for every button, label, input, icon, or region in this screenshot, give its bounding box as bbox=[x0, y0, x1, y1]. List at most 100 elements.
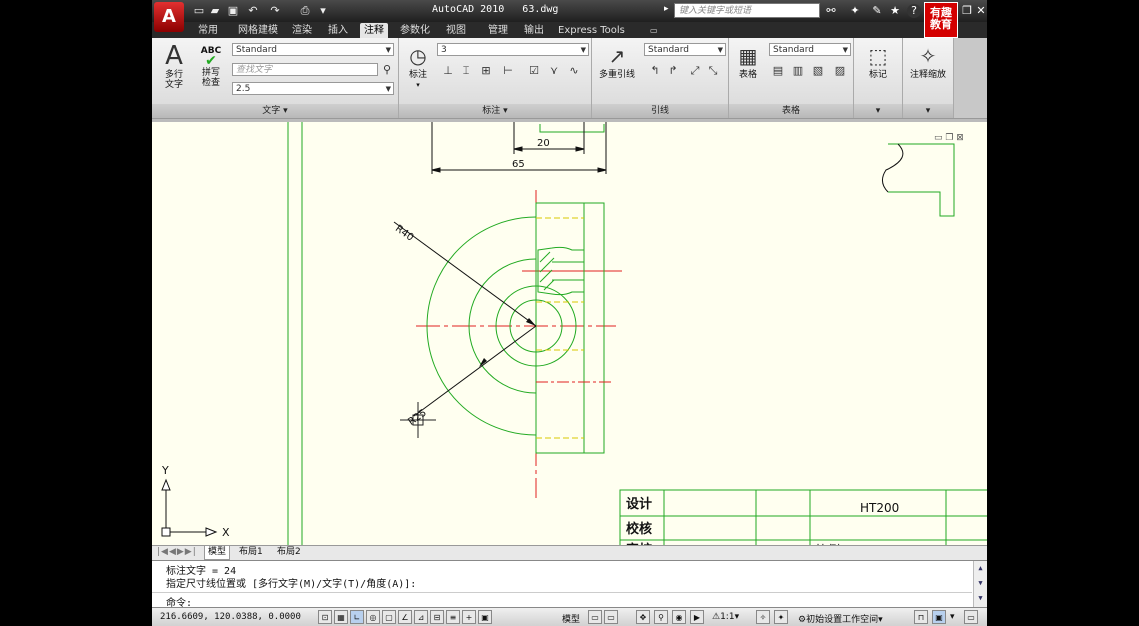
ortho-mode-icon[interactable]: ∟ bbox=[350, 610, 364, 624]
annotation-scaling-panel-expander[interactable]: ▾ bbox=[903, 104, 953, 118]
table-panel-title[interactable]: 表格 bbox=[729, 104, 853, 118]
polar-tracking-icon[interactable]: ◎ bbox=[366, 610, 380, 624]
auto-scale-icon[interactable]: ✦ bbox=[774, 610, 788, 624]
steering-wheel-icon[interactable]: ◉ bbox=[672, 610, 686, 624]
quick-access-dropdown-icon[interactable]: ▾ bbox=[316, 4, 330, 17]
lineweight-icon[interactable]: ≡ bbox=[446, 610, 460, 624]
tab-mesh-modeling[interactable]: 网格建模 bbox=[234, 23, 282, 38]
ribbon-minimize-icon[interactable]: ▭ bbox=[646, 23, 662, 38]
workspace-switch[interactable]: ⚙初始设置工作空间▾ bbox=[794, 612, 883, 625]
undo-icon[interactable]: ↶ bbox=[246, 4, 260, 17]
search-arrow-icon[interactable]: ▸ bbox=[664, 4, 669, 14]
tab-view[interactable]: 视图 bbox=[442, 23, 470, 38]
text-height-select[interactable]: 2.5 ▼ bbox=[232, 82, 394, 95]
text-style-select[interactable]: Standard ▼ bbox=[232, 43, 394, 56]
quick-properties-icon[interactable]: + bbox=[462, 610, 476, 624]
hardware-acceleration-icon[interactable]: ▣ bbox=[932, 610, 946, 624]
spell-check-button[interactable]: ABC ✔ 拼写 检查 bbox=[196, 42, 226, 88]
dim-linear-icon[interactable]: ⊥ bbox=[439, 62, 457, 80]
zoom-icon[interactable]: ⚲ bbox=[654, 610, 668, 624]
pan-icon[interactable]: ✥ bbox=[636, 610, 650, 624]
multileader-button[interactable]: ↗ 多重引线 bbox=[596, 42, 638, 80]
redo-icon[interactable]: ↷ bbox=[268, 4, 282, 17]
print-icon[interactable]: ⎙ bbox=[298, 4, 312, 17]
object-snap-tracking-icon[interactable]: ∠ bbox=[398, 610, 412, 624]
showmotion-icon[interactable]: ▶ bbox=[690, 610, 704, 624]
favorites-icon[interactable]: ★ bbox=[888, 4, 902, 18]
quick-view-layouts-icon[interactable]: ▭ bbox=[588, 610, 602, 624]
table-download-icon[interactable]: ▧ bbox=[809, 62, 827, 80]
tab-parametric[interactable]: 参数化 bbox=[396, 23, 434, 38]
tab-home[interactable]: 常用 bbox=[194, 23, 222, 38]
new-icon[interactable]: ▭ bbox=[192, 4, 206, 17]
find-text-input[interactable]: 查找文字 bbox=[232, 63, 378, 76]
dim-inspect-icon[interactable]: ☑ bbox=[525, 62, 543, 80]
align-leader-icon[interactable]: ⤢ bbox=[686, 62, 704, 80]
tab-output[interactable]: 输出 bbox=[520, 23, 548, 38]
save-icon[interactable]: ▣ bbox=[226, 4, 240, 17]
remove-leader-icon[interactable]: ↱ bbox=[664, 62, 682, 80]
dimension-button[interactable]: ◷ 标注 ▾ bbox=[403, 42, 433, 90]
snap-mode-icon[interactable]: ⊡ bbox=[318, 610, 332, 624]
drawing-canvas[interactable]: 20 65 R40 R25 ▭ ❐ ⊠ Y X 设计 校核 HT200 bbox=[152, 119, 987, 548]
markup-button[interactable]: ⬚ 标记 bbox=[860, 42, 896, 80]
close-window-icon[interactable]: ✕ bbox=[974, 4, 987, 18]
r40-label: R40 bbox=[393, 223, 415, 243]
viewport-controls-icon[interactable]: ▭ ❐ ⊠ bbox=[934, 133, 964, 143]
find-replace-icon[interactable]: ⚲ bbox=[378, 61, 396, 79]
tab-insert[interactable]: 插入 bbox=[324, 23, 352, 38]
restore-window-icon[interactable]: ❐ bbox=[960, 4, 974, 18]
command-window[interactable]: 标注文字 = 24 指定尺寸线位置或 [多行文字(M)/文字(T)/角度(A)]… bbox=[152, 560, 987, 609]
text-panel-title[interactable]: 文字 ▾ bbox=[152, 104, 398, 118]
table-link-icon[interactable]: ▤ bbox=[769, 62, 787, 80]
annotation-visibility-icon[interactable]: ✧ bbox=[756, 610, 770, 624]
table-upload-icon[interactable]: ▨ bbox=[831, 62, 849, 80]
markup-panel-expander[interactable]: ▾ bbox=[854, 104, 902, 118]
object-snap-icon[interactable]: ▢ bbox=[382, 610, 396, 624]
help-icon[interactable]: ? bbox=[907, 4, 921, 18]
tab-model[interactable]: 模型 bbox=[204, 546, 231, 560]
grid-display-icon[interactable]: ▦ bbox=[334, 610, 348, 624]
annotation-scale-label[interactable]: ⚠1:1▾ bbox=[712, 612, 739, 622]
lock-icon[interactable]: ⊓ bbox=[914, 610, 928, 624]
dim-space-icon[interactable]: ∿ bbox=[565, 62, 583, 80]
tab-layout2[interactable]: 布局2 bbox=[274, 546, 304, 559]
command-scrollbar[interactable]: ▲ ▼ ▼ bbox=[973, 561, 987, 607]
status-menu-icon[interactable]: ▾ bbox=[950, 612, 955, 622]
dimension-panel-title[interactable]: 标注 ▾ bbox=[399, 104, 591, 118]
annotation-scaling-label: 注释缩放 bbox=[909, 70, 946, 80]
dynamic-ucs-icon[interactable]: ⊿ bbox=[414, 610, 428, 624]
table-button[interactable]: ▦ 表格 bbox=[733, 42, 763, 80]
annotation-scaling-button[interactable]: ✧ 注释缩放 bbox=[905, 42, 951, 80]
dynamic-input-icon[interactable]: ⊟ bbox=[430, 610, 444, 624]
search-input[interactable]: 键入关键字或短语 bbox=[674, 3, 820, 18]
dim-break-icon[interactable]: ⊞ bbox=[477, 62, 495, 80]
drawing-svg[interactable]: 20 65 R40 R25 ▭ ❐ ⊠ Y X 设计 校核 HT200 bbox=[152, 122, 987, 548]
dim-quick-icon[interactable]: ⌶ bbox=[457, 62, 475, 80]
communication-icon[interactable]: ✎ bbox=[870, 4, 884, 18]
tab-manage[interactable]: 管理 bbox=[484, 23, 512, 38]
mtext-button[interactable]: A 多行 文字 bbox=[158, 42, 190, 90]
dim-jog-icon[interactable]: ⋎ bbox=[545, 62, 563, 80]
leader-panel-title[interactable]: 引线 bbox=[592, 104, 728, 118]
model-space-label[interactable]: 模型 bbox=[562, 612, 580, 625]
leader-style-select[interactable]: Standard ▼ bbox=[644, 43, 726, 56]
open-icon[interactable]: ▰ bbox=[208, 4, 222, 17]
table-style-select[interactable]: Standard ▼ bbox=[769, 43, 851, 56]
quick-view-drawings-icon[interactable]: ▭ bbox=[604, 610, 618, 624]
dim-continue-icon[interactable]: ⊢ bbox=[499, 62, 517, 80]
tab-express-tools[interactable]: Express Tools bbox=[554, 23, 629, 38]
tab-annotate[interactable]: 注释 bbox=[360, 23, 388, 38]
application-menu-button[interactable]: A bbox=[154, 2, 184, 32]
add-leader-icon[interactable]: ↰ bbox=[646, 62, 664, 80]
collect-leader-icon[interactable]: ⤡ bbox=[704, 62, 722, 80]
binoculars-icon[interactable]: ⚯ bbox=[824, 4, 838, 18]
subscription-icon[interactable]: ✦ bbox=[848, 4, 862, 18]
layout-nav-arrows-icon[interactable]: |◀◀▶▶| bbox=[154, 546, 200, 559]
tab-render[interactable]: 渲染 bbox=[288, 23, 316, 38]
table-extract-icon[interactable]: ▥ bbox=[789, 62, 807, 80]
dim-style-select[interactable]: 3 ▼ bbox=[437, 43, 589, 56]
selection-cycling-icon[interactable]: ▣ bbox=[478, 610, 492, 624]
tab-layout1[interactable]: 布局1 bbox=[236, 546, 266, 559]
clean-screen-icon[interactable]: ▭ bbox=[964, 610, 978, 624]
